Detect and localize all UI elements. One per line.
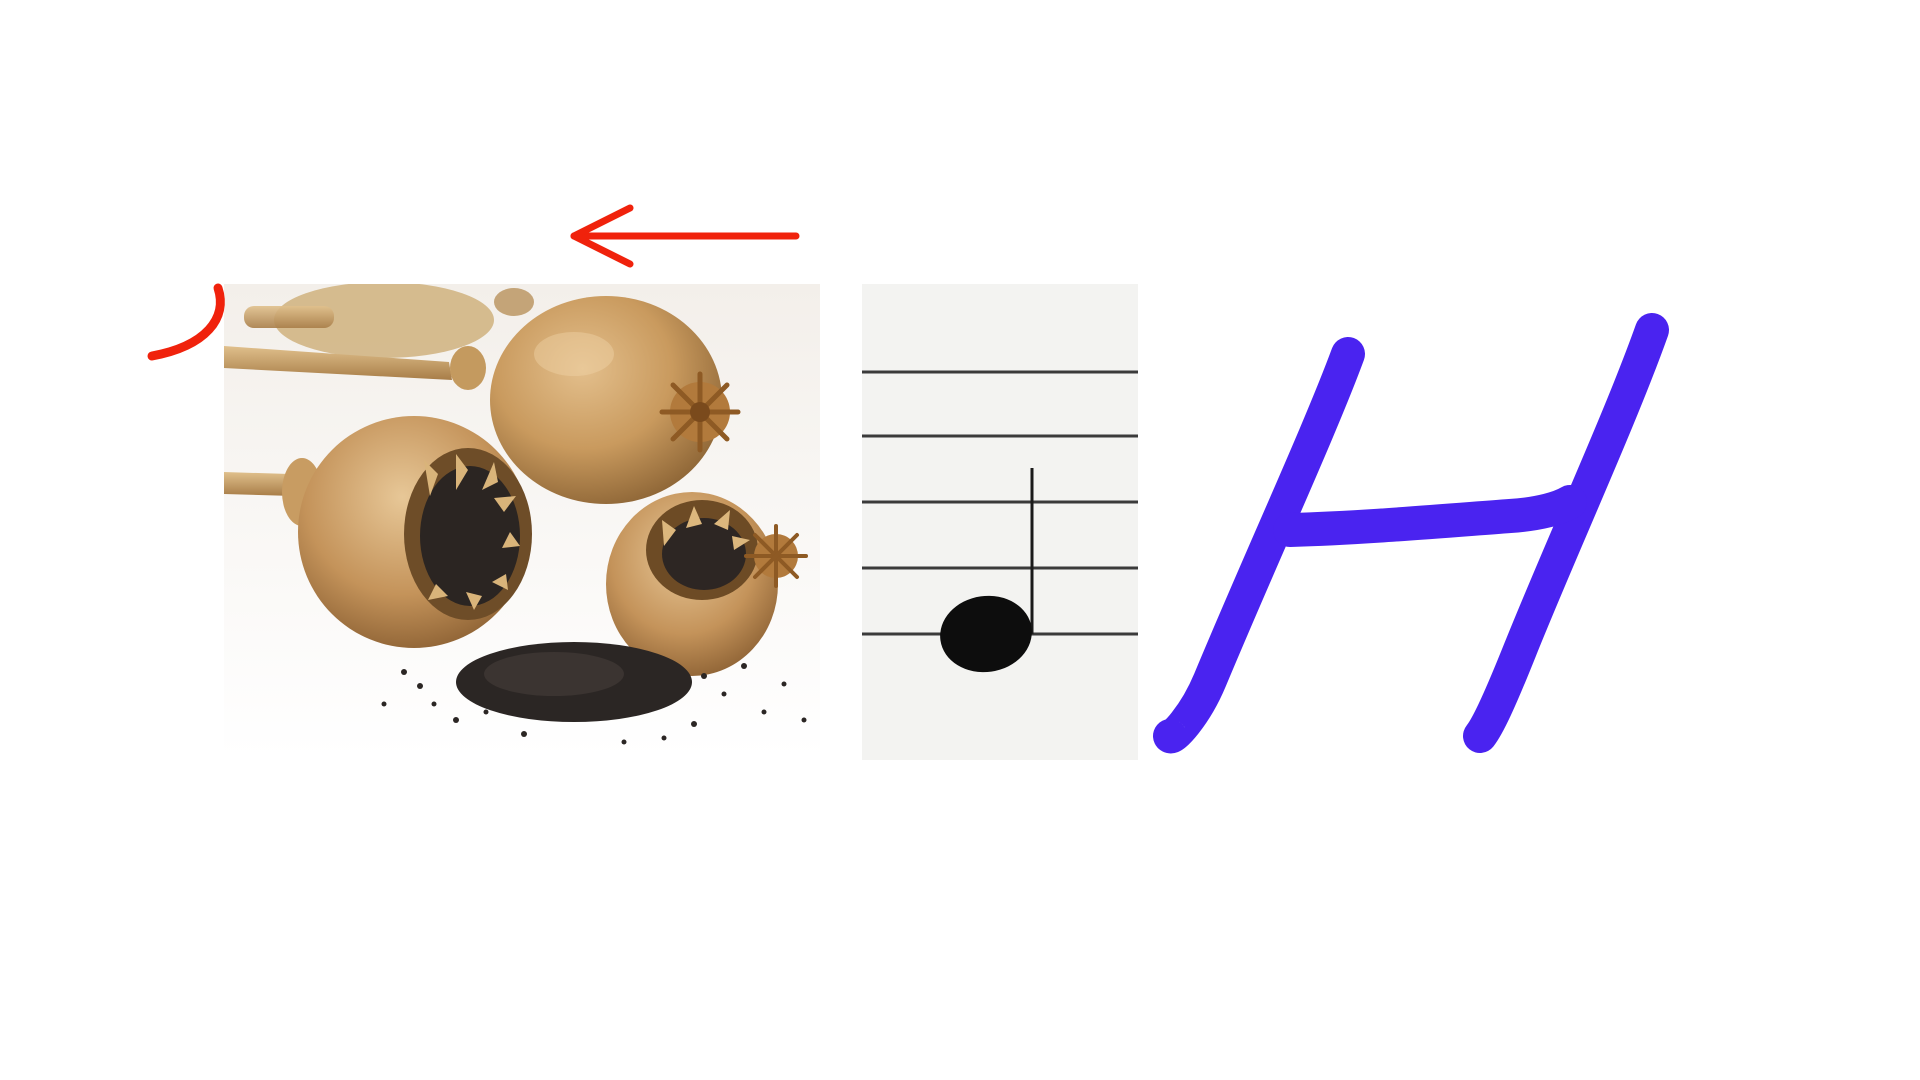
rebus-stage: H xyxy=(0,0,1920,1080)
quarter-note-drawing xyxy=(862,284,1138,760)
handwritten-letter: H xyxy=(1140,290,1680,780)
poppy-seed-pods-image xyxy=(224,284,820,758)
comma-mark-icon xyxy=(147,283,225,361)
poppy-pods-drawing xyxy=(224,284,820,758)
letter-h-glyph: H xyxy=(1153,313,1669,754)
musical-note-image xyxy=(862,284,1138,760)
left-arrow-icon xyxy=(570,204,800,268)
